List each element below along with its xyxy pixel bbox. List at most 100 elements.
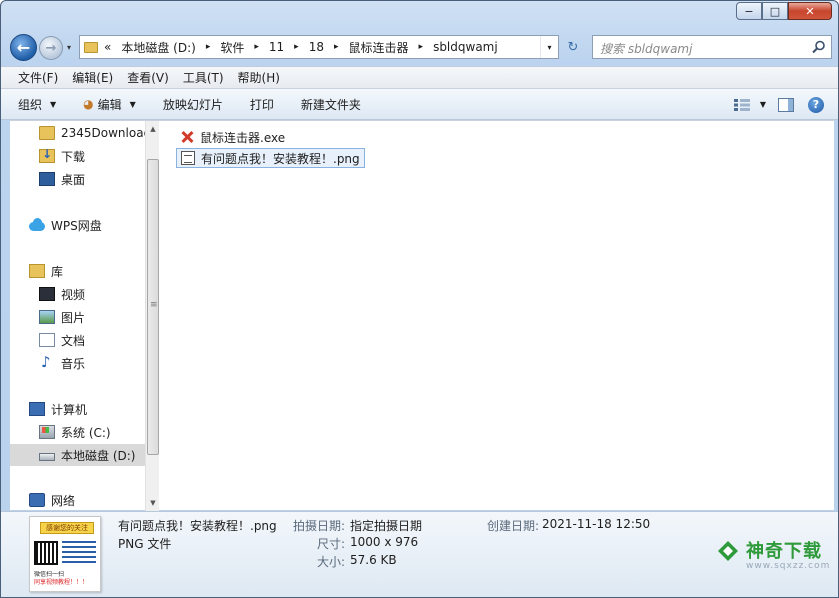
sidebar-item-label: 库 <box>51 264 64 279</box>
network-icon <box>29 493 45 507</box>
minimize-button[interactable]: − <box>736 2 762 20</box>
window-controls: − □ ✕ <box>736 2 832 20</box>
sidebar-item-label: 音乐 <box>61 356 86 371</box>
folder-icon <box>84 41 98 53</box>
site-watermark: 神奇下载 www.sqxzz.com <box>716 529 829 579</box>
file-item-png[interactable]: 有问题点我！安装教程！.png <box>176 148 365 168</box>
documents-icon <box>39 333 55 347</box>
search-input[interactable]: 搜索 sbldqwamj <box>592 35 832 59</box>
scroll-down-button[interactable]: ▼ <box>146 495 160 511</box>
menu-edit[interactable]: 编辑(E) <box>65 69 120 86</box>
pictures-icon <box>39 310 55 324</box>
detail-dimensions-label: 尺寸: <box>317 537 346 551</box>
sidebar-item-2345downloads[interactable]: 2345Downloads <box>39 122 145 144</box>
detail-filetype: PNG 文件 <box>118 537 172 551</box>
downloads-icon <box>39 147 55 163</box>
file-list[interactable]: 鼠标连击器.exe 有问题点我！安装教程！.png <box>162 121 834 511</box>
explorer-window: − □ ✕ ← → ▾ « 本地磁盘 (D:) ▸ 软件 ▸ 11 ▸ 18 ▸… <box>0 0 839 598</box>
sidebar-item-drive-c[interactable]: 系统 (C:) <box>39 421 145 443</box>
qr-code-icon <box>34 541 58 565</box>
breadcrumb-separator[interactable]: ▸ <box>334 42 339 52</box>
maximize-button[interactable]: □ <box>762 2 788 20</box>
change-view-icon[interactable] <box>733 98 750 111</box>
drive-d-icon <box>39 452 55 461</box>
application-icon <box>180 130 194 144</box>
preview-pane-icon[interactable] <box>778 97 794 112</box>
paint-palette-icon: ◕ <box>83 97 94 111</box>
close-button[interactable]: ✕ <box>788 2 832 20</box>
detail-date-taken-label: 拍摄日期: <box>293 519 346 533</box>
address-bar[interactable]: « 本地磁盘 (D:) ▸ 软件 ▸ 11 ▸ 18 ▸ 鼠标连击器 ▸ sbl… <box>79 35 559 59</box>
back-button[interactable]: ← <box>10 34 37 61</box>
caret-down-icon: ▼ <box>50 99 57 109</box>
drive-c-icon <box>39 425 55 439</box>
address-history-dropdown[interactable]: ▾ <box>540 36 558 58</box>
scroll-up-button[interactable]: ▲ <box>146 121 160 137</box>
breadcrumb-drive-d[interactable]: 本地磁盘 (D:) <box>121 39 195 56</box>
sidebar-item-computer[interactable]: 计算机 <box>29 398 145 420</box>
sidebar-item-label: WPS网盘 <box>51 218 102 233</box>
menu-file[interactable]: 文件(F) <box>11 69 65 86</box>
new-folder-button[interactable]: 新建文件夹 <box>301 96 361 113</box>
watermark-name: 神奇下载 <box>746 541 822 562</box>
breadcrumb-current[interactable]: sbldqwamj <box>433 40 498 54</box>
details-pane: 感谢您的关注 微信扫一扫 同享视频教程！！！ 有问题点我！安装教程！.png P… <box>1 511 838 597</box>
views-dropdown-caret[interactable]: ▼ <box>760 100 766 109</box>
print-button[interactable]: 打印 <box>250 96 274 113</box>
breadcrumb-clicker[interactable]: 鼠标连击器 <box>349 39 409 56</box>
desktop-icon <box>39 172 55 186</box>
organize-button[interactable]: 组织 ▼ <box>18 96 56 113</box>
sidebar-item-desktop[interactable]: 桌面 <box>39 168 145 190</box>
forward-button[interactable]: → <box>39 36 63 60</box>
search-icon[interactable] <box>812 40 826 54</box>
edit-button[interactable]: ◕ 编辑 ▼ <box>83 96 136 113</box>
breadcrumb-separator[interactable]: ▸ <box>419 42 424 52</box>
thumbnail-header: 感谢您的关注 <box>40 522 94 534</box>
sidebar-item-videos[interactable]: 视频 <box>39 283 145 305</box>
thumbnail-caption: 微信扫一扫 同享视频教程！！！ <box>34 571 98 587</box>
scrollbar-thumb[interactable]: ≡ <box>147 159 159 455</box>
breadcrumb-11[interactable]: 11 <box>269 40 284 54</box>
sidebar-item-wps-cloud[interactable]: WPS网盘 <box>29 214 145 236</box>
detail-created-value: 2021-11-18 12:50 <box>542 517 651 531</box>
breadcrumb-separator[interactable]: ▸ <box>254 42 259 52</box>
sidebar-item-label: 计算机 <box>51 402 88 417</box>
sidebar-item-downloads[interactable]: 下载 <box>39 145 145 167</box>
menu-tools[interactable]: 工具(T) <box>176 69 231 86</box>
detail-filename: 有问题点我！安装教程！.png <box>118 519 277 533</box>
sidebar-item-libraries[interactable]: 库 <box>29 260 145 282</box>
breadcrumb-separator[interactable]: ▸ <box>206 42 211 52</box>
library-icon <box>29 264 45 278</box>
sidebar-item-documents[interactable]: 文档 <box>39 329 145 351</box>
breadcrumb-overflow[interactable]: « <box>104 40 111 54</box>
menu-view[interactable]: 查看(V) <box>120 69 176 86</box>
breadcrumb-18[interactable]: 18 <box>309 40 324 54</box>
sidebar-item-pictures[interactable]: 图片 <box>39 306 145 328</box>
title-bar[interactable]: − □ ✕ <box>1 1 838 29</box>
file-item-exe[interactable]: 鼠标连击器.exe <box>176 127 289 147</box>
file-name: 鼠标连击器.exe <box>200 130 286 145</box>
file-name: 有问题点我！安装教程！.png <box>201 151 360 166</box>
search-placeholder: 搜索 sbldqwamj <box>600 42 693 56</box>
detail-size-label: 大小: <box>317 555 346 569</box>
recent-pages-dropdown[interactable]: ▾ <box>67 43 71 52</box>
sidebar-item-label: 网络 <box>51 493 76 508</box>
slideshow-button[interactable]: 放映幻灯片 <box>163 96 223 113</box>
sidebar-item-music[interactable]: 音乐 <box>39 352 145 374</box>
menu-help[interactable]: 帮助(H) <box>231 69 287 86</box>
content-area: 2345Downloads 下载 桌面 WPS网盘 库 视频 <box>10 120 834 511</box>
help-icon[interactable]: ? <box>808 96 824 113</box>
organize-label: 组织 <box>18 97 43 112</box>
thumbnail-text-lines <box>62 541 96 565</box>
toolbar-right-group: ▼ ? <box>733 89 838 120</box>
navigation-scrollbar[interactable]: ▲ ≡ ▼ <box>145 121 159 511</box>
caret-down-icon: ▼ <box>129 99 136 109</box>
sidebar-item-network[interactable]: 网络 <box>29 489 145 511</box>
sidebar-item-drive-d[interactable]: 本地磁盘 (D:) <box>10 444 145 466</box>
breadcrumb-software[interactable]: 软件 <box>220 39 244 56</box>
detail-date-taken-value[interactable]: 指定拍摄日期 <box>350 517 422 534</box>
sidebar-item-label: 2345Downloads <box>61 126 145 140</box>
breadcrumb-separator[interactable]: ▸ <box>294 42 299 52</box>
refresh-button[interactable]: ↻ <box>562 35 584 59</box>
file-thumbnail: 感谢您的关注 微信扫一扫 同享视频教程！！！ <box>29 516 101 592</box>
